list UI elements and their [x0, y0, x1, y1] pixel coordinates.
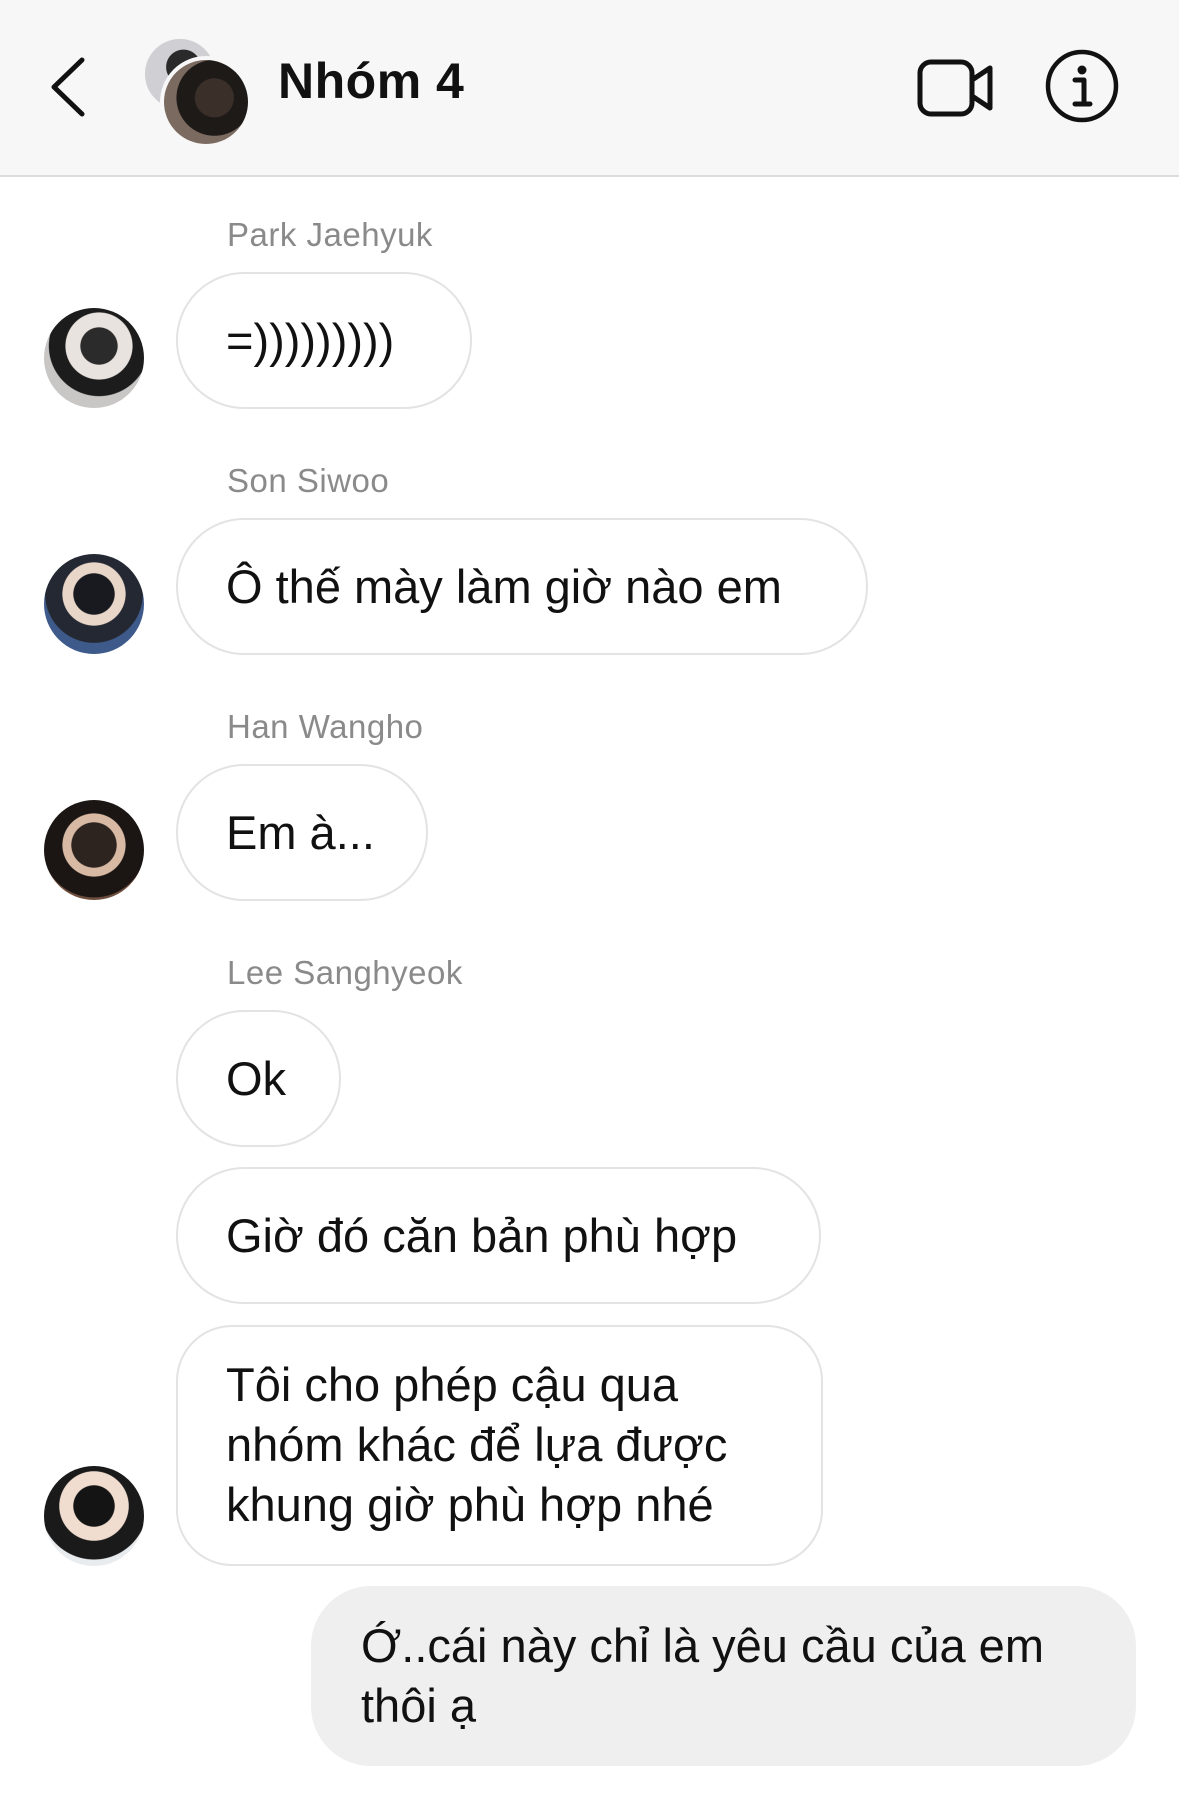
group-avatar-member: [160, 56, 252, 148]
avatar[interactable]: [44, 800, 144, 900]
sender-name: Park Jaehyuk: [227, 216, 433, 253]
message-text: Ok: [226, 1051, 287, 1105]
my-message-bubble[interactable]: Ớ..cái này chỉ là yêu cầu của em thôi ạ: [311, 1586, 1136, 1766]
message-bubble[interactable]: Ok: [176, 1010, 341, 1147]
group-avatar[interactable]: [142, 36, 258, 148]
sender-name: Lee Sanghyeok: [227, 954, 463, 991]
avatar[interactable]: [44, 554, 144, 654]
message-bubble[interactable]: Tôi cho phép cậu qua nhóm khác để lựa đư…: [176, 1325, 823, 1566]
message-bubble[interactable]: Giờ đó căn bản phù hợp: [176, 1167, 821, 1304]
message-text: Ô thế mày làm giờ nào em: [226, 559, 782, 613]
message-bubble[interactable]: Em à...: [176, 764, 428, 901]
message-text: Giờ đó căn bản phù hợp: [226, 1208, 738, 1262]
message-bubble[interactable]: Ô thế mày làm giờ nào em: [176, 518, 868, 655]
sender-name: Han Wangho: [227, 708, 424, 745]
chat-title[interactable]: Nhóm 4: [278, 52, 464, 110]
info-icon[interactable]: [1044, 48, 1120, 124]
chat-header: Nhóm 4: [0, 0, 1179, 177]
sender-name: Son Siwoo: [227, 462, 390, 499]
message-text: Em à...: [226, 805, 375, 859]
message-bubble[interactable]: =))))))))): [176, 272, 472, 409]
avatar[interactable]: [44, 1466, 144, 1566]
message-text: Ớ..cái này chỉ là yêu cầu của em thôi ạ: [361, 1619, 1044, 1732]
message-text: =))))))))): [226, 313, 395, 367]
avatar[interactable]: [44, 308, 144, 408]
message-text: Tôi cho phép cậu qua nhóm khác để lựa đư…: [226, 1358, 728, 1531]
chevron-left-icon[interactable]: [44, 52, 94, 122]
video-camera-icon[interactable]: [916, 56, 996, 120]
